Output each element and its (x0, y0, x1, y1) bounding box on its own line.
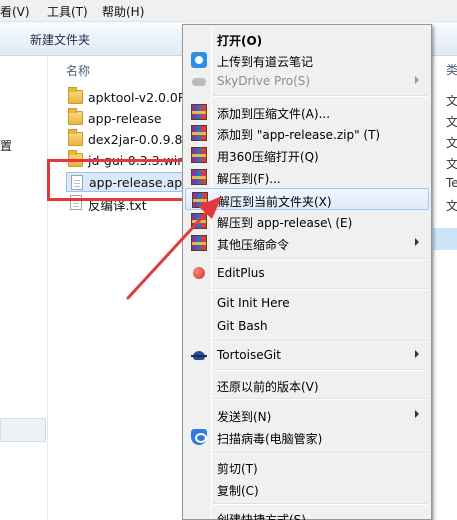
new-folder-button[interactable]: 新建文件夹 (30, 31, 90, 48)
menu-item-label: EditPlus (217, 266, 265, 280)
menu-item-open[interactable]: 打开(O) (185, 28, 429, 50)
menu-item-label: 其他压缩命令 (217, 238, 290, 252)
navigation-pane: 置 (0, 57, 48, 520)
column-header-type[interactable]: 类 (446, 61, 457, 78)
menu-separator (213, 398, 427, 400)
menu-item-copy[interactable]: 复制(C) (185, 478, 429, 500)
type-column: 类 文 文 文 文 Te 文 (432, 57, 457, 520)
submenu-arrow-icon (415, 76, 419, 84)
winrar-icon (192, 192, 208, 208)
menu-tools[interactable]: 工具(T) (47, 3, 88, 20)
menu-item-label: 复制(C) (217, 484, 259, 498)
submenu-arrow-icon (415, 238, 419, 246)
menu-item-git-bash[interactable]: Git Bash (185, 315, 429, 337)
menu-item-editplus[interactable]: EditPlus (185, 262, 429, 284)
menu-item-skydrive[interactable]: SkyDrive Pro(S) (185, 70, 429, 92)
menu-item-add-archive[interactable]: 添加到压缩文件(A)... (185, 101, 429, 123)
menu-item-label: 扫描病毒(电脑管家) (217, 432, 323, 446)
menu-item-add-zip[interactable]: 添加到 "app-release.zip" (T) (185, 122, 429, 144)
submenu-arrow-icon (415, 350, 419, 358)
menu-item-label: 添加到压缩文件(A)... (217, 107, 331, 121)
menu-item-send-to[interactable]: 发送到(N) (185, 404, 429, 426)
menu-separator (213, 258, 427, 260)
menu-item-label: 剪切(T) (217, 462, 258, 476)
menu-item-scan-virus[interactable]: 扫描病毒(电脑管家) (185, 426, 429, 448)
nav-selected-item[interactable] (0, 418, 46, 442)
menu-item-label: Git Init Here (217, 296, 290, 310)
menu-item-label: 用360压缩打开(Q) (217, 150, 319, 164)
winrar-icon (191, 125, 207, 141)
shield-icon (191, 429, 207, 445)
menu-separator (213, 369, 427, 371)
folder-icon (68, 129, 83, 146)
menu-item-upload-youdao[interactable]: 上传到有道云笔记 (185, 49, 429, 71)
menu-item-label: 解压到(F)... (217, 172, 281, 186)
menu-item-label: 解压到当前文件夹(X) (218, 195, 332, 209)
menu-item-label: 解压到 app-release\ (E) (217, 216, 353, 230)
menu-item-label: 发送到(N) (217, 410, 272, 424)
type-cell-selected (433, 228, 457, 250)
type-cell: 文 (446, 136, 457, 150)
menu-item-label: 上传到有道云笔记 (217, 55, 314, 69)
menu-item-extract-to[interactable]: 解压到(F)... (185, 166, 429, 188)
menu-item-tortoisegit[interactable]: TortoiseGit (185, 344, 429, 366)
menu-item-extract-folder[interactable]: 解压到 app-release\ (E) (185, 210, 429, 232)
folder-icon (68, 108, 83, 125)
type-cell: Te (446, 176, 457, 190)
tortoisegit-icon (191, 347, 207, 363)
editplus-icon (191, 265, 207, 281)
menu-item-cut[interactable]: 剪切(T) (185, 456, 429, 478)
winrar-icon (191, 235, 207, 251)
menu-separator (213, 288, 427, 290)
youdao-cloud-icon (191, 52, 207, 68)
type-cell: 文 (446, 199, 457, 213)
file-name: dex2jar-0.0.9.8 (88, 132, 183, 147)
type-cell: 文 (446, 115, 457, 129)
menu-item-create-shortcut[interactable]: 创建快捷方式(S) (185, 507, 429, 520)
winrar-icon (191, 104, 207, 120)
winrar-icon (191, 169, 207, 185)
menu-separator (213, 95, 427, 97)
menu-item-label: SkyDrive Pro(S) (217, 74, 311, 88)
menu-view[interactable]: 看(V) (0, 3, 30, 20)
menu-separator (213, 340, 427, 342)
menu-help[interactable]: 帮助(H) (102, 3, 144, 20)
winrar-icon (191, 147, 207, 163)
context-menu: 打开(O) 上传到有道云笔记 SkyDrive Pro(S) 添加到压缩文件(A… (182, 24, 432, 520)
annotation-highlight-box (47, 159, 200, 201)
menu-item-label: Git Bash (217, 319, 268, 333)
menu-item-label: 还原以前的版本(V) (217, 380, 319, 394)
menu-bar: 看(V) 工具(T) 帮助(H) (0, 0, 457, 22)
nav-item-label[interactable]: 置 (0, 137, 12, 154)
column-header-name[interactable]: 名称 (66, 62, 90, 79)
menu-item-label: TortoiseGit (217, 348, 281, 362)
menu-separator (213, 503, 427, 505)
menu-item-label: 添加到 "app-release.zip" (T) (217, 128, 381, 142)
menu-item-label: 创建快捷方式(S) (217, 513, 306, 520)
menu-item-other-compress[interactable]: 其他压缩命令 (185, 232, 429, 254)
submenu-arrow-icon (415, 410, 419, 418)
menu-item-label: 打开(O) (217, 34, 263, 48)
menu-item-open-360[interactable]: 用360压缩打开(Q) (185, 144, 429, 166)
menu-item-restore-versions[interactable]: 还原以前的版本(V) (185, 374, 429, 396)
menu-item-extract-here[interactable]: 解压到当前文件夹(X) (185, 188, 429, 210)
winrar-icon (191, 213, 207, 229)
type-cell: 文 (446, 157, 457, 171)
menu-item-git-init[interactable]: Git Init Here (185, 292, 429, 314)
folder-icon (68, 87, 83, 104)
file-name: apktool-v2.0.0RC (88, 90, 195, 105)
file-name: app-release (88, 111, 162, 126)
menu-separator (213, 452, 427, 454)
skydrive-icon (191, 73, 207, 89)
type-cell: 文 (446, 94, 457, 108)
